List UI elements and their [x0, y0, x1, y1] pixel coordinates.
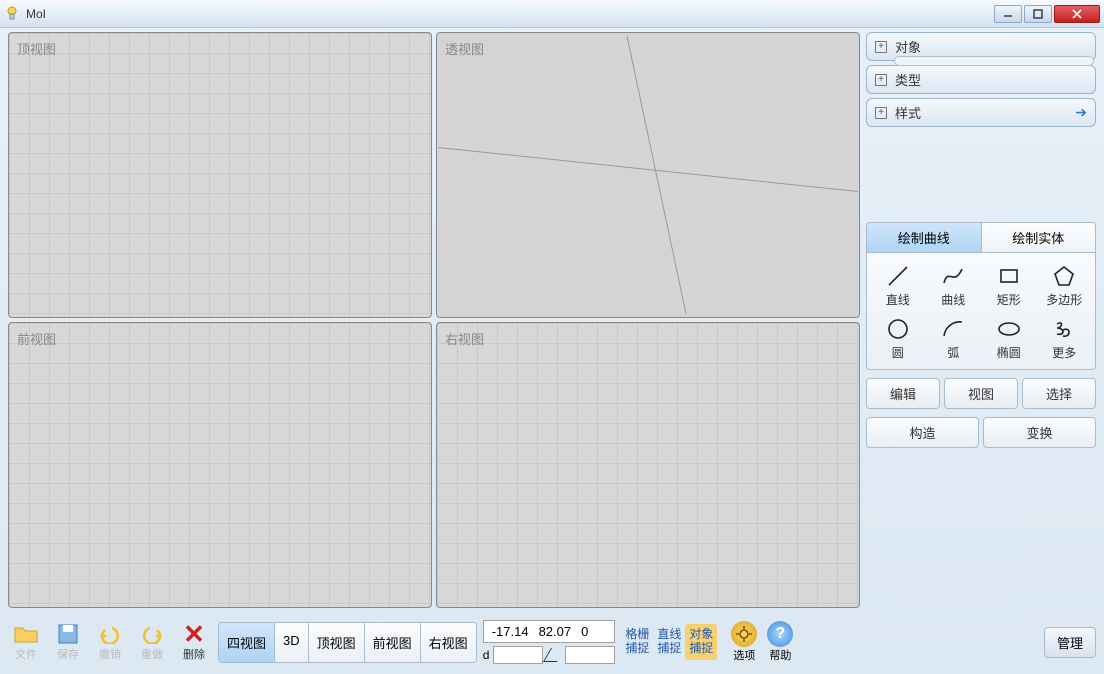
coord-y: 82.07	[539, 624, 572, 639]
coord-z: 0	[581, 624, 588, 639]
delete-icon: ✕	[180, 622, 208, 646]
transform-button[interactable]: 变换	[983, 417, 1096, 448]
view-mode-buttons: 四视图 3D 顶视图 前视图 右视图	[218, 622, 477, 663]
save-icon	[54, 622, 82, 646]
app-icon	[4, 6, 20, 22]
distance-label: d	[483, 648, 490, 662]
select-button[interactable]: 选择	[1022, 378, 1096, 409]
snap-buttons: 格栅捕捉 直线捕捉 对象捕捉	[621, 624, 717, 660]
tool-polygon[interactable]: 多边形	[1038, 259, 1092, 310]
title-bar: MoI	[0, 0, 1104, 28]
undo-icon	[96, 622, 124, 646]
coord-x: -17.14	[492, 624, 529, 639]
viewport-front-label: 前视图	[17, 329, 56, 348]
redo-icon	[138, 622, 166, 646]
browser-types-label: 类型	[895, 70, 921, 89]
redo-button[interactable]: 重做	[134, 622, 170, 662]
progress-indicator	[894, 56, 1094, 66]
polygon-icon	[1049, 261, 1079, 291]
ellipse-icon	[994, 314, 1024, 344]
maximize-button[interactable]	[1024, 5, 1052, 23]
viewport-top-label: 顶视图	[17, 39, 56, 58]
view-button[interactable]: 视图	[944, 378, 1018, 409]
arc-icon	[938, 314, 968, 344]
angle-input[interactable]	[565, 646, 615, 664]
line-icon	[883, 261, 913, 291]
close-button[interactable]	[1054, 5, 1100, 23]
tab-draw-solid[interactable]: 绘制实体	[981, 223, 1096, 252]
view-right-button[interactable]: 右视图	[420, 623, 476, 662]
browser-styles-label: 样式	[895, 103, 921, 122]
window-title: MoI	[26, 7, 994, 21]
distance-input[interactable]	[493, 646, 543, 664]
tab-draw-curve[interactable]: 绘制曲线	[867, 223, 981, 252]
circle-icon	[883, 314, 913, 344]
browser-objects-label: 对象	[895, 37, 921, 56]
tool-line[interactable]: 直线	[871, 259, 925, 310]
minimize-button[interactable]	[994, 5, 1022, 23]
file-button[interactable]: 文件	[8, 622, 44, 662]
options-button[interactable]: 选项	[731, 621, 757, 663]
viewport-perspective[interactable]: 透视图	[436, 32, 860, 318]
coordinate-readout: -17.14 82.07 0 d	[483, 620, 616, 664]
view-3d-button[interactable]: 3D	[274, 623, 308, 662]
angle-icon	[543, 648, 565, 662]
help-icon: ?	[767, 621, 793, 647]
viewport-top[interactable]: 顶视图	[8, 32, 432, 318]
bottom-toolbar: 文件 保存 撤销 重做 ✕ 删除 四视图 3D 顶视图 前视图 右视图 -17.…	[8, 620, 1096, 664]
manage-button[interactable]: 管理	[1044, 627, 1096, 658]
undo-button[interactable]: 撤销	[92, 622, 128, 662]
tool-ellipse[interactable]: 椭圆	[982, 312, 1036, 363]
browser-styles[interactable]: + 样式 ➔	[866, 98, 1096, 127]
save-button[interactable]: 保存	[50, 622, 86, 662]
curve-icon	[938, 261, 968, 291]
tool-curve[interactable]: 曲线	[927, 259, 981, 310]
arrow-right-icon[interactable]: ➔	[1075, 104, 1087, 121]
snap-straight-button[interactable]: 直线捕捉	[653, 624, 685, 660]
gear-icon	[731, 621, 757, 647]
expand-icon: +	[875, 107, 887, 119]
rect-icon	[994, 261, 1024, 291]
view-top-button[interactable]: 顶视图	[308, 623, 364, 662]
viewport-right[interactable]: 右视图	[436, 322, 860, 608]
delete-button[interactable]: ✕ 删除	[176, 622, 212, 662]
tool-arc[interactable]: 弧	[927, 312, 981, 363]
snap-grid-button[interactable]: 格栅捕捉	[621, 624, 653, 660]
tool-circle[interactable]: 圆	[871, 312, 925, 363]
tool-rect[interactable]: 矩形	[982, 259, 1036, 310]
snap-object-button[interactable]: 对象捕捉	[685, 624, 717, 660]
scene-browser: + 对象 + 类型 + 样式 ➔	[866, 32, 1096, 131]
tool-more[interactable]: 更多	[1038, 312, 1092, 363]
expand-icon: +	[875, 74, 887, 86]
view-four-button[interactable]: 四视图	[219, 623, 274, 662]
viewport-perspective-label: 透视图	[445, 39, 484, 58]
expand-icon: +	[875, 41, 887, 53]
view-front-button[interactable]: 前视图	[364, 623, 420, 662]
construct-button[interactable]: 构造	[866, 417, 979, 448]
more-icon	[1049, 314, 1079, 344]
edit-button[interactable]: 编辑	[866, 378, 940, 409]
viewport-front[interactable]: 前视图	[8, 322, 432, 608]
tool-panel: 绘制曲线 绘制实体 直线 曲线 矩形 多边形	[866, 222, 1096, 448]
help-button[interactable]: ? 帮助	[767, 621, 793, 663]
folder-icon	[12, 622, 40, 646]
viewport-right-label: 右视图	[445, 329, 484, 348]
browser-types[interactable]: + 类型	[866, 65, 1096, 94]
